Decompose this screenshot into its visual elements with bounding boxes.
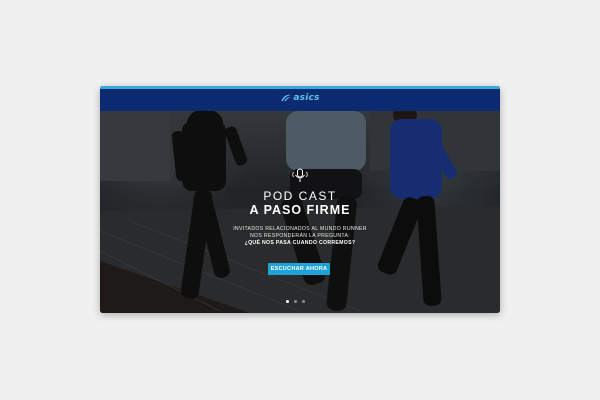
carousel-dot-1[interactable] [286,300,289,303]
podcast-title-line2: A PASO FIRME [249,203,351,217]
hero-section: POD CAST A PASO FIRME INVITADOS RELACION… [100,111,500,313]
description-line2: NOS RESPONDERÁN LA PREGUNTA: [250,233,350,239]
description-question: ¿QUÉ NOS PASA CUANDO CORREMOS? [244,240,356,246]
podcast-banner-card: asics POD CAST A PASO FIRME INVITADOS RE… [100,86,500,313]
microphone-icon [292,168,308,182]
asics-stripes-icon [281,94,292,101]
podcast-title-line1: POD CAST [263,189,337,203]
site-header: asics [100,86,500,111]
carousel-dot-2[interactable] [294,300,297,303]
carousel-indicators [286,300,305,303]
brand-logo[interactable]: asics [280,93,319,103]
carousel-dot-3[interactable] [302,300,305,303]
description-line1: INVITADOS RELACIONADOS AL MUNDO RUNNER [233,226,367,232]
listen-now-button[interactable]: ESCUCHAR AHORA [268,263,330,275]
logo-text: asics [293,93,320,103]
